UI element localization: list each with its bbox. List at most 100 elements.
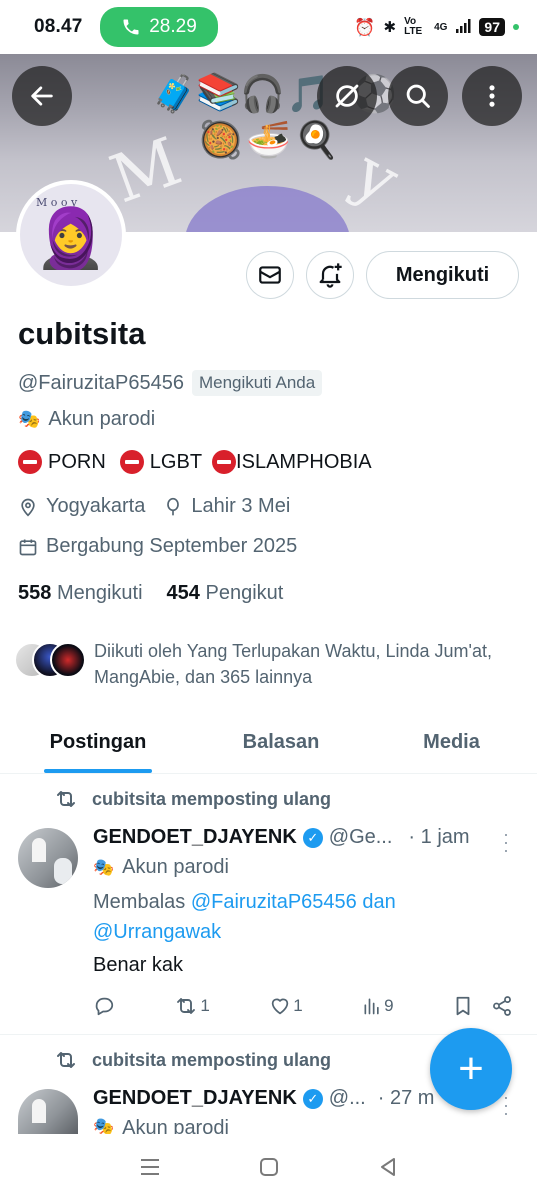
post-author-name[interactable]: GENDOET_DJAYENK	[93, 826, 297, 849]
follow-stats: 558 Mengikuti 454 Pengikut	[18, 582, 283, 605]
balloon-icon	[167, 497, 180, 515]
network-indicator: 4G	[434, 21, 448, 33]
bell-plus-icon	[319, 263, 342, 288]
post-author-avatar[interactable]	[18, 828, 78, 888]
like-button[interactable]: 1	[269, 995, 303, 1017]
joined-row: Bergabung September 2025	[18, 535, 297, 558]
arrow-left-icon	[31, 86, 53, 106]
tab-media[interactable]: Media	[366, 712, 537, 773]
pan-emoji: 🥘	[198, 119, 243, 160]
post-header: GENDOET_DJAYENK ✓ @... · 27 m	[93, 1087, 434, 1110]
location-text: Yogyakarta	[46, 495, 146, 517]
following-label: Mengikuti	[56, 582, 143, 604]
following-button[interactable]: Mengikuti	[366, 251, 519, 299]
recent-apps-icon[interactable]	[139, 1157, 161, 1177]
signal-icon	[455, 18, 471, 37]
bookmark-icon[interactable]	[453, 995, 473, 1017]
reply-prefix: Membalas	[93, 891, 186, 913]
repost-icon	[57, 791, 75, 807]
post-author-name[interactable]: GENDOET_DJAYENK	[93, 1087, 297, 1110]
post-extra-actions	[453, 995, 513, 1017]
no-entry-icon	[119, 450, 144, 474]
post-text: Benar kak	[93, 954, 184, 976]
heart-icon	[272, 998, 289, 1015]
verified-badge-icon: ✓	[302, 1088, 323, 1109]
headphones-emoji: 🎧	[240, 73, 285, 114]
ongoing-call-chip[interactable]: 28.29	[100, 7, 218, 47]
post-parody-label: Akun parodi	[122, 856, 229, 878]
reply-context: Membalas @FairuzitaP65456 dan @Urrangawa…	[93, 887, 473, 947]
post-more-icon[interactable]: · · ·	[503, 825, 509, 859]
back-nav-icon[interactable]	[377, 1156, 399, 1178]
profile-name: cubitsita	[18, 316, 146, 351]
bar-chart-icon	[364, 998, 379, 1015]
reply-button[interactable]	[93, 995, 115, 1017]
bio-item: ISLAMPHOBIA	[236, 450, 372, 473]
repost-indicator: cubitsita memposting ulang	[54, 1049, 331, 1071]
egg-emoji: 🍳	[294, 119, 339, 160]
repost-indicator: cubitsita memposting ulang	[54, 788, 331, 810]
like-count: 1	[293, 996, 303, 1015]
views-button[interactable]: 9	[362, 996, 394, 1016]
avatar	[50, 642, 86, 678]
search-button[interactable]	[388, 66, 448, 126]
battery-indicator: 97	[479, 18, 505, 36]
repost-label: cubitsita memposting ulang	[92, 788, 332, 809]
bluetooth-icon: ✱	[383, 18, 397, 36]
parody-row: 🎭 Akun parodi	[18, 408, 155, 431]
phone-icon	[123, 19, 139, 35]
post-actions: 1 1 9	[93, 995, 513, 1017]
following-stat[interactable]: 558 Mengikuti	[18, 582, 143, 605]
search-icon	[406, 84, 430, 108]
post-time: · 1 jam	[408, 826, 470, 848]
books-emoji: 📚	[196, 71, 241, 112]
privacy-dot	[513, 24, 519, 30]
followed-by-text: Diikuti oleh Yang Terlupakan Waktu, Lind…	[94, 641, 492, 687]
post-parody-row: 🎭 Akun parodi	[93, 856, 229, 879]
notifications-button[interactable]	[306, 251, 354, 299]
verified-badge-icon: ✓	[302, 827, 323, 848]
views-count: 9	[384, 996, 394, 1015]
location-pin-icon	[21, 498, 35, 517]
post-time: · 27 m	[377, 1087, 435, 1109]
hijab-girl-emoji: 🧕	[34, 206, 108, 272]
joined-text: Bergabung September 2025	[46, 535, 298, 557]
post-author-handle: @Ge...	[328, 826, 393, 848]
followed-by-row[interactable]: Diikuti oleh Yang Terlupakan Waktu, Lind…	[14, 638, 494, 690]
repost-icon	[57, 1052, 75, 1068]
status-bar: 08.47 28.29 ⏰ ✱ Vo LTE 4G 97	[0, 0, 537, 54]
grok-button[interactable]	[317, 66, 377, 126]
retweet-count: 1	[200, 996, 210, 1015]
home-icon[interactable]	[258, 1156, 280, 1178]
parody-mask-icon: 🎭	[18, 409, 41, 429]
tab-posts[interactable]: Postingan	[0, 712, 196, 773]
share-icon[interactable]	[491, 995, 513, 1017]
retweet-icon	[177, 998, 196, 1014]
retweet-button[interactable]: 1	[174, 995, 210, 1017]
reply-icon	[95, 997, 114, 1016]
post-parody-row: 🎭 Akun parodi	[93, 1117, 229, 1134]
profile-avatar[interactable]: M o o y 🧕	[16, 180, 126, 290]
grok-icon	[335, 84, 359, 108]
post-more-icon[interactable]: · · ·	[503, 1088, 509, 1122]
more-vertical-icon	[489, 85, 495, 107]
tab-replies[interactable]: Balasan	[196, 712, 366, 773]
post-author-avatar[interactable]	[18, 1089, 78, 1134]
plus-icon: +	[458, 1044, 484, 1093]
more-options-button[interactable]	[462, 66, 522, 126]
followers-stat[interactable]: 454 Pengikut	[167, 582, 284, 605]
compose-post-button[interactable]: +	[430, 1028, 512, 1110]
followed-by-avatars	[14, 638, 86, 678]
no-entry-icon	[212, 450, 237, 474]
bowl-emoji: 🍜	[246, 119, 291, 160]
back-button[interactable]	[12, 66, 72, 126]
post-parody-label: Akun parodi	[122, 1117, 229, 1134]
profile-bio: PORN LGBT ISLAMPHOBIA	[18, 450, 372, 474]
profile-tabs: Postingan Balasan Media	[0, 712, 537, 774]
handle-row: @FairuzitaP65456 Mengikuti Anda	[18, 370, 323, 396]
follows-you-badge: Mengikuti Anda	[191, 370, 323, 396]
bio-item: PORN	[48, 450, 106, 473]
message-button[interactable]	[246, 251, 294, 299]
following-count: 558	[18, 582, 52, 604]
bio-item: LGBT	[149, 450, 203, 473]
